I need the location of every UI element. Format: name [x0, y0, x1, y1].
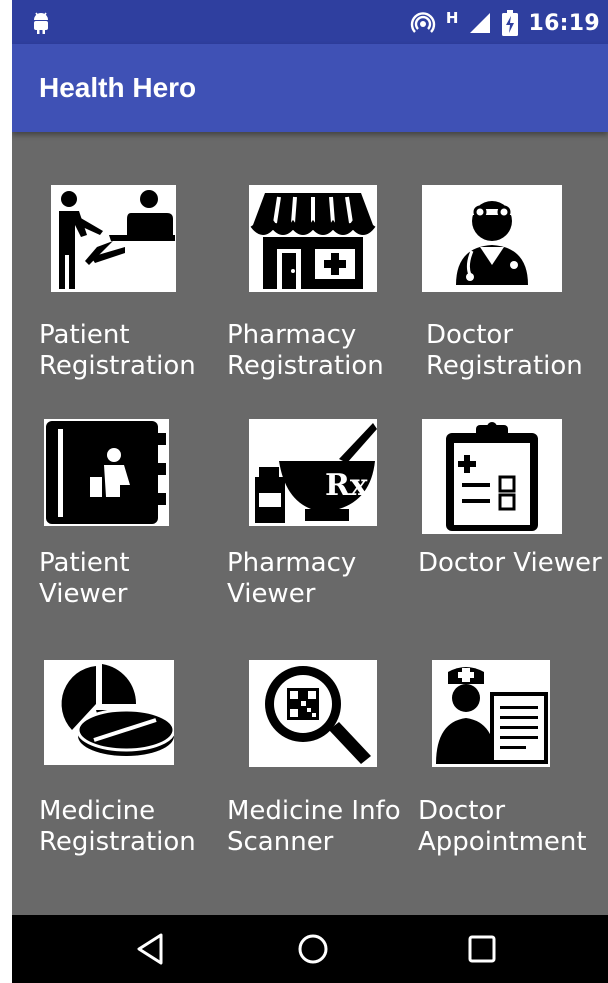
tile-label-doctor-viewer: Doctor Viewer [418, 548, 602, 578]
tile-label-medicine-registration: Medicine Registration [39, 796, 196, 857]
navigation-bar [12, 915, 608, 983]
pharmacy-registration-button[interactable] [249, 185, 377, 292]
back-icon[interactable] [129, 927, 173, 971]
medicine-registration-button[interactable] [44, 660, 174, 765]
doctor-viewer-button[interactable] [422, 419, 562, 534]
patient-book-icon [46, 421, 166, 524]
android-debug-icon [34, 12, 48, 34]
status-bar: H 16:19 [12, 0, 608, 44]
battery-charging-icon [502, 10, 519, 36]
qr-magnifier-icon [265, 666, 371, 764]
mortar-rx-icon: Rx [255, 423, 377, 523]
app-screen: H 16:19 Health Hero Patient Registration… [12, 0, 608, 983]
pills-icon [61, 664, 174, 756]
tile-label-patient-viewer: Patient Viewer [39, 548, 130, 609]
patient-registration-button[interactable] [51, 185, 176, 292]
tile-label-pharmacy-registration: Pharmacy Registration [227, 320, 384, 381]
pharmacy-viewer-button[interactable]: Rx [249, 419, 377, 526]
signal-icon [470, 13, 491, 33]
clock: 16:19 [528, 10, 600, 36]
medicine-info-scanner-button[interactable] [249, 660, 377, 767]
home-icon[interactable] [291, 927, 335, 971]
patient-registration-icon [59, 190, 175, 289]
doctor-registration-button[interactable] [422, 185, 562, 292]
svg-text:Rx: Rx [325, 468, 369, 503]
clipboard-icon [446, 422, 538, 531]
status-icons: H 16:19 [410, 8, 608, 38]
doctor-icon [456, 201, 528, 285]
tile-label-doctor-registration: Doctor Registration [426, 320, 583, 381]
tile-label-doctor-appointment: Doctor Appointment [418, 796, 587, 857]
patient-viewer-button[interactable] [44, 419, 169, 526]
app-bar: Health Hero [12, 44, 608, 132]
network-type-label: H [445, 9, 459, 27]
pharmacy-store-icon [250, 193, 376, 289]
doctor-appointment-button[interactable] [432, 660, 550, 767]
hotspot-icon [410, 12, 436, 33]
tile-label-patient-registration: Patient Registration [39, 320, 196, 381]
recents-icon[interactable] [460, 927, 504, 971]
nurse-document-icon [436, 667, 548, 764]
app-title: Health Hero [39, 72, 197, 103]
tile-label-pharmacy-viewer: Pharmacy Viewer [227, 548, 357, 609]
tile-label-medicine-info-scanner: Medicine Info Scanner [227, 796, 401, 857]
